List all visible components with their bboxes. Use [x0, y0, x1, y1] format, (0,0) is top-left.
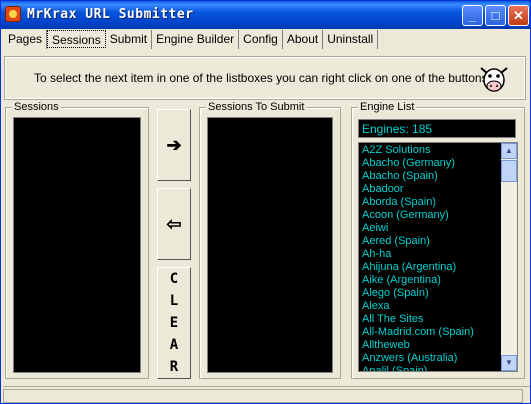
engine-list-item[interactable]: Aike (Argentina) — [359, 274, 517, 287]
engine-list-label: Engine List — [358, 101, 417, 113]
close-button[interactable]: ✕ — [508, 5, 529, 26]
engine-list-item[interactable]: Alltheweb — [359, 339, 517, 352]
tab-submit[interactable]: Submit — [106, 30, 153, 49]
hint-banner: To select the next item in one of the li… — [4, 56, 526, 100]
engine-list-item[interactable]: Abacho (Germany) — [359, 157, 517, 170]
status-bar — [3, 386, 530, 403]
status-panel — [3, 389, 523, 403]
engine-list-item[interactable]: Apalil (Spain) — [359, 365, 517, 371]
engine-list-item[interactable]: Anzwers (Australia) — [359, 352, 517, 365]
tab-sessions[interactable]: Sessions — [47, 30, 106, 48]
scroll-thumb[interactable] — [501, 160, 517, 182]
engine-list-item[interactable]: Abadoor — [359, 183, 517, 196]
minimize-button[interactable]: _ — [462, 5, 483, 26]
app-window: MrKrax URL Submitter _ □ ✕ Pages Session… — [0, 0, 531, 404]
tab-about[interactable]: About — [283, 30, 324, 49]
sessions-to-submit-listbox[interactable] — [207, 117, 333, 373]
engine-list-item[interactable]: Aborda (Spain) — [359, 196, 517, 209]
engine-list-item[interactable]: All The Sites — [359, 313, 517, 326]
maximize-button[interactable]: □ — [485, 5, 506, 26]
clear-letter: E — [169, 315, 179, 331]
engine-list-item[interactable]: Aered (Spain) — [359, 235, 517, 248]
clear-button[interactable]: C L E A R — [157, 267, 191, 379]
app-icon — [5, 6, 21, 22]
window-title: MrKrax URL Submitter — [27, 7, 194, 22]
engine-list-item[interactable]: Abacho (Spain) — [359, 170, 517, 183]
engine-list-item[interactable]: Aeiwi — [359, 222, 517, 235]
engine-list-item[interactable]: Ahijuna (Argentina) — [359, 261, 517, 274]
engine-list-item[interactable]: Alego (Spain) — [359, 287, 517, 300]
tab-strip: Pages Sessions Submit Engine Builder Con… — [4, 30, 379, 50]
engine-list-item[interactable]: Ah-ha — [359, 248, 517, 261]
engine-items: A2Z Solutions Abacho (Germany) Abacho (Spa… — [359, 143, 517, 371]
clear-letter: L — [169, 293, 179, 309]
cow-logo-icon — [480, 67, 508, 92]
sessions-listbox[interactable] — [13, 117, 141, 373]
tab-config[interactable]: Config — [239, 30, 283, 49]
remove-from-submit-button[interactable]: ⇦ — [157, 188, 191, 260]
engine-list-item[interactable]: All-Madrid.com (Spain) — [359, 326, 517, 339]
hint-text: To select the next item in one of the li… — [34, 71, 498, 85]
title-bar[interactable]: MrKrax URL Submitter _ □ ✕ — [1, 1, 530, 29]
engine-list-item[interactable]: Acoon (Germany) — [359, 209, 517, 222]
scroll-up-icon[interactable]: ▲ — [501, 143, 517, 159]
engine-list-item[interactable]: A2Z Solutions — [359, 144, 517, 157]
engine-listbox[interactable]: A2Z Solutions Abacho (Germany) Abacho (Spa… — [358, 142, 518, 372]
tab-engine-builder[interactable]: Engine Builder — [152, 30, 240, 49]
clear-letter: R — [169, 359, 179, 375]
engine-count: Engines: 185 — [358, 119, 516, 138]
sessions-to-submit-label: Sessions To Submit — [206, 101, 307, 113]
clear-letter: A — [169, 337, 179, 353]
sessions-label: Sessions — [12, 101, 61, 113]
add-to-submit-button[interactable]: ➔ — [157, 109, 191, 181]
engine-scrollbar[interactable]: ▲ ▼ — [501, 143, 517, 371]
scroll-down-icon[interactable]: ▼ — [501, 355, 517, 371]
clear-letter: C — [169, 271, 179, 287]
tab-pages[interactable]: Pages — [4, 30, 48, 49]
tab-uninstall[interactable]: Uninstall — [323, 30, 379, 49]
engine-list-item[interactable]: Alexa — [359, 300, 517, 313]
